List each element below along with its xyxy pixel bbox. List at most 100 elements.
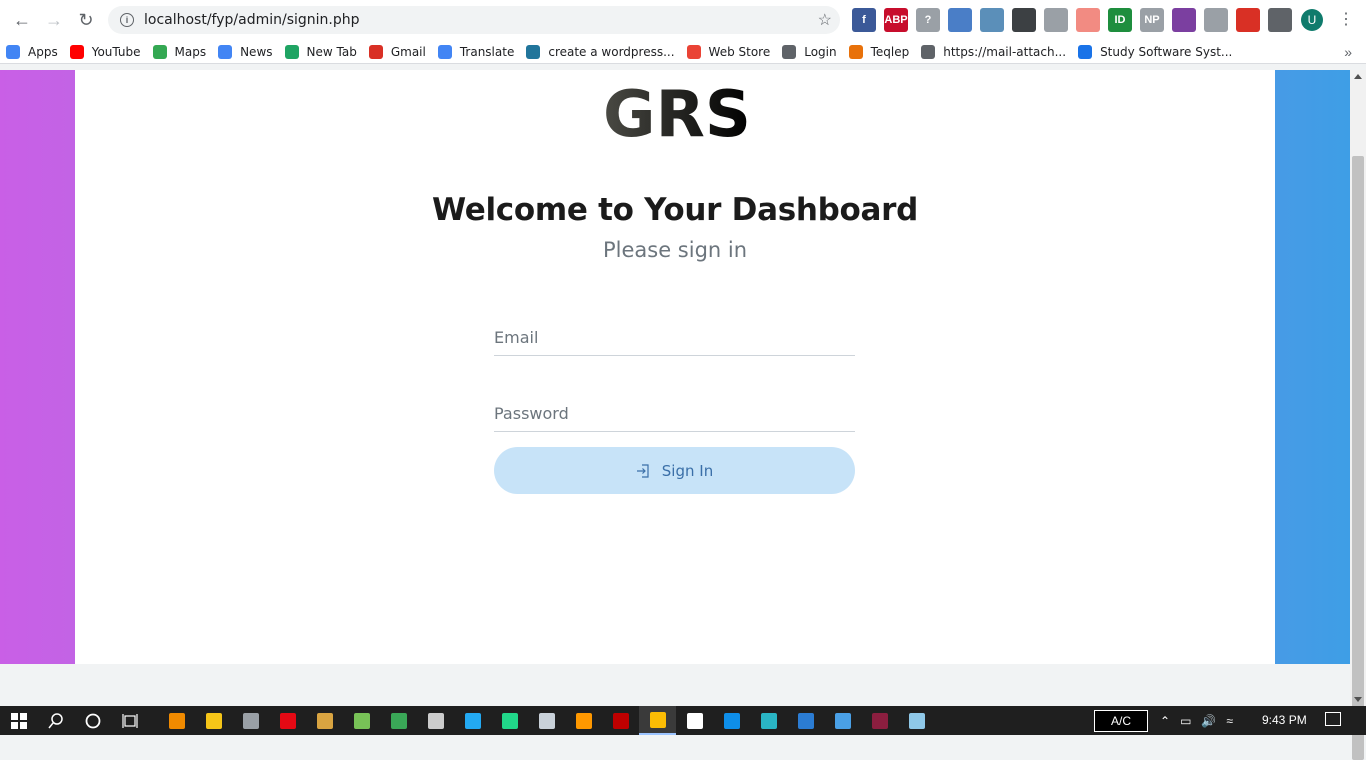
- teamviewer-icon[interactable]: [713, 706, 750, 735]
- bookmark-https-mail-attach[interactable]: https://mail-attach...: [915, 40, 1072, 64]
- shield-question-icon[interactable]: ?: [916, 8, 940, 32]
- photos-icon[interactable]: [824, 706, 861, 735]
- paint-icon[interactable]: [306, 706, 343, 735]
- shield-icon[interactable]: [1044, 8, 1068, 32]
- sublime-icon[interactable]: [565, 706, 602, 735]
- filezilla-icon[interactable]: [602, 706, 639, 735]
- bookmark-label: Login: [804, 44, 837, 59]
- task-view-icon[interactable]: [111, 706, 148, 735]
- youtube-icon: [69, 44, 84, 59]
- word-icon[interactable]: [787, 706, 824, 735]
- signin-button[interactable]: Sign In: [494, 447, 855, 494]
- cortana-icon[interactable]: [74, 706, 111, 735]
- bookmark-star-icon[interactable]: ☆: [818, 10, 832, 30]
- camera-icon[interactable]: [948, 8, 972, 32]
- bookmark-login[interactable]: Login: [776, 40, 842, 64]
- signin-label: Sign In: [661, 461, 714, 480]
- facebook-icon[interactable]: f: [852, 8, 876, 32]
- new-tab-icon: [284, 44, 299, 59]
- file-explorer-icon-glyph: [205, 712, 222, 729]
- bookmark-apps[interactable]: Apps: [0, 40, 64, 64]
- wifi-icon[interactable]: ≈: [1226, 714, 1233, 728]
- scroll-up-icon[interactable]: [1354, 74, 1362, 79]
- photos-icon-glyph: [834, 712, 851, 729]
- arrow-icon[interactable]: [1076, 8, 1100, 32]
- web-store-icon: [686, 44, 701, 59]
- bookmark-gmail[interactable]: Gmail: [363, 40, 432, 64]
- forward-icon[interactable]: →: [38, 4, 70, 36]
- logo-text: GRS: [605, 82, 750, 144]
- scroll-down-icon[interactable]: [1354, 697, 1362, 702]
- clock[interactable]: 9:43 PM: [1262, 713, 1307, 727]
- password-field[interactable]: [494, 396, 855, 432]
- cmd-icon-glyph: [427, 712, 444, 729]
- google-translate-ext-icon[interactable]: [1236, 8, 1260, 32]
- app2-icon-glyph: [538, 712, 555, 729]
- bookmark-label: Teqlep: [870, 44, 910, 59]
- pycharm-icon[interactable]: [491, 706, 528, 735]
- screenshot-icon[interactable]: [1204, 8, 1228, 32]
- info-icon[interactable]: i: [120, 13, 134, 27]
- bookmark-translate[interactable]: Translate: [432, 40, 521, 64]
- volume-icon[interactable]: 🔊: [1201, 714, 1216, 728]
- bookmark-news[interactable]: News: [212, 40, 278, 64]
- tray-chevron-icon[interactable]: ⌃: [1160, 714, 1170, 728]
- np-icon[interactable]: NP: [1140, 8, 1164, 32]
- bookmark-youtube[interactable]: YouTube: [64, 40, 147, 64]
- puzzle-icon[interactable]: [1268, 8, 1292, 32]
- vlc-icon[interactable]: [158, 706, 195, 735]
- bookmarks-overflow-icon[interactable]: »: [1344, 44, 1352, 60]
- adblock-plus-icon[interactable]: ABP: [884, 8, 908, 32]
- winrar-icon[interactable]: [861, 706, 898, 735]
- purple-extension-icon[interactable]: [1172, 8, 1196, 32]
- wordpress-icon: [526, 44, 541, 59]
- app-icon-glyph: [242, 712, 259, 729]
- bookmark-teqlep[interactable]: Teqlep: [843, 40, 916, 64]
- netflix-icon[interactable]: [269, 706, 306, 735]
- bookmark-maps[interactable]: Maps: [147, 40, 213, 64]
- profile-avatar[interactable]: U: [1301, 9, 1323, 31]
- ac-indicator[interactable]: A/C: [1094, 710, 1148, 732]
- eyedropper-icon[interactable]: [1012, 8, 1036, 32]
- bookmark-create-a-wordpress[interactable]: create a wordpress...: [520, 40, 680, 64]
- notification-icon[interactable]: [1325, 712, 1341, 726]
- menu-kebab-icon[interactable]: ⋮: [1338, 9, 1354, 29]
- address-url[interactable]: localhost/fyp/admin/signin.php: [144, 12, 360, 28]
- bookmark-label: create a wordpress...: [548, 44, 675, 59]
- id-icon[interactable]: ID: [1108, 8, 1132, 32]
- back-icon[interactable]: ←: [6, 4, 38, 36]
- cloud-icon[interactable]: [980, 8, 1004, 32]
- maps-icon: [152, 44, 167, 59]
- search-icon[interactable]: [37, 706, 74, 735]
- reload-icon[interactable]: ↻: [70, 4, 102, 36]
- page-title: Welcome to Your Dashboard: [431, 192, 919, 228]
- edge-legacy-icon[interactable]: [380, 706, 417, 735]
- edge-icon[interactable]: [750, 706, 787, 735]
- bookmark-study-software-syst[interactable]: Study Software Syst...: [1072, 40, 1238, 64]
- windows-taskbar: A/C ⌃ ▭ 🔊 ≈ 9:43 PM: [0, 706, 1366, 735]
- notepad-icon[interactable]: [898, 706, 935, 735]
- bookmark-label: Maps: [174, 44, 207, 59]
- netflix-icon-glyph: [279, 712, 296, 729]
- grs-logo: GRS: [605, 82, 750, 144]
- android-icon-glyph: [353, 712, 370, 729]
- chrome-icon[interactable]: [639, 706, 676, 735]
- sublime-icon-glyph: [575, 712, 592, 729]
- vscode-icon[interactable]: [454, 706, 491, 735]
- bookmark-new-tab[interactable]: New Tab: [279, 40, 363, 64]
- android-icon[interactable]: [343, 706, 380, 735]
- page-scrollbar[interactable]: [1350, 70, 1366, 760]
- battery-icon[interactable]: ▭: [1180, 714, 1191, 728]
- bookmark-web-store[interactable]: Web Store: [681, 40, 777, 64]
- address-bar[interactable]: i localhost/fyp/admin/signin.php ☆: [108, 6, 840, 34]
- app2-icon[interactable]: [528, 706, 565, 735]
- windows-start-icon[interactable]: [0, 706, 37, 735]
- cmd-icon[interactable]: [417, 706, 454, 735]
- browser-toolbar: ← → ↻ i localhost/fyp/admin/signin.php ☆…: [0, 0, 1366, 40]
- app-icon[interactable]: [232, 706, 269, 735]
- email-field[interactable]: [494, 320, 855, 356]
- document-icon[interactable]: [676, 706, 713, 735]
- bookmark-label: New Tab: [306, 44, 357, 59]
- scroll-thumb[interactable]: [1352, 156, 1364, 760]
- file-explorer-icon[interactable]: [195, 706, 232, 735]
